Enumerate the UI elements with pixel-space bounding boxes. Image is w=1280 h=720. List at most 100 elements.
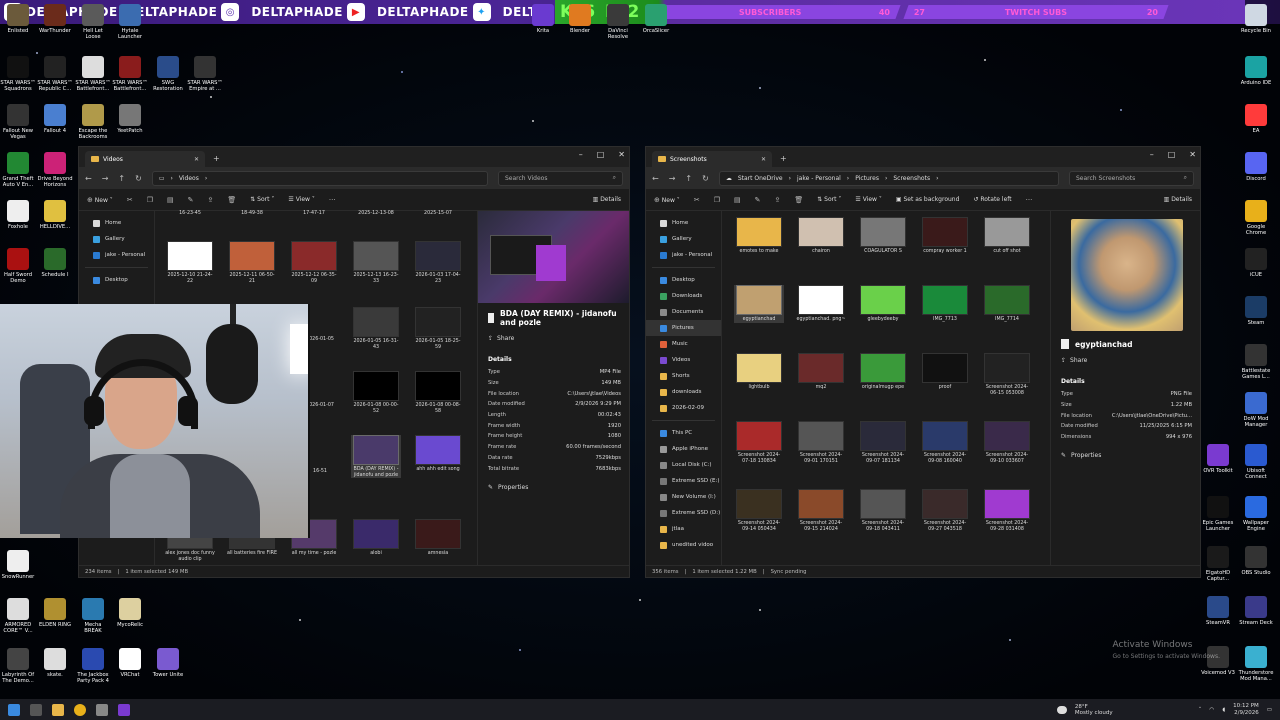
nav-gallery[interactable]: Gallery <box>79 231 154 247</box>
desktop-shortcut[interactable]: SWG Restoration <box>150 56 186 92</box>
nav-item[interactable]: Home <box>646 215 721 231</box>
video-file-item[interactable]: 2026-01-03 17-04-23 <box>413 241 463 284</box>
desktop-shortcut[interactable]: WarThunder <box>37 4 73 34</box>
desktop-shortcut[interactable]: Fallout 4 <box>37 104 73 134</box>
share-icon[interactable]: ⇪ <box>774 196 780 204</box>
sort-button[interactable]: ⇅ Sort ˅ <box>817 196 841 203</box>
image-file-item[interactable]: egyptianchad. png~ <box>796 285 846 323</box>
desktop-shortcut[interactable]: iCUE <box>1238 248 1274 278</box>
desktop-shortcut[interactable]: Recycle Bin <box>1238 4 1274 34</box>
image-file-item[interactable]: compray worker 1 <box>920 217 970 255</box>
video-file-item[interactable]: 2026-01-08 00-00-52 <box>351 371 401 414</box>
video-file-item[interactable]: 2025-12-11 06-50-21 <box>227 241 277 284</box>
details-button[interactable]: ▥ Details <box>1164 196 1192 203</box>
desktop-shortcut[interactable]: Enlisted <box>0 4 36 34</box>
desktop-shortcut[interactable]: Grand Theft Auto V En... <box>0 152 36 188</box>
nav-item[interactable]: jtlaa <box>646 521 721 537</box>
image-file-item[interactable]: Screenshot 2024-06-15 053008 <box>982 353 1032 396</box>
set-background-button[interactable]: ▣ Set as background <box>896 196 960 203</box>
desktop-shortcut[interactable]: Half Sword Demo <box>0 248 36 284</box>
nav-item[interactable]: Apple iPhone <box>646 441 721 457</box>
desktop-shortcut[interactable]: Ubisoft Connect <box>1238 444 1274 480</box>
desktop-shortcut[interactable]: Escape the Backrooms <box>75 104 111 140</box>
nav-item[interactable]: Local Disk (C:) <box>646 457 721 473</box>
close-tab-icon[interactable]: ✕ <box>194 156 199 163</box>
nav-item[interactable]: This PC <box>646 425 721 441</box>
properties-button[interactable]: ✎ Properties <box>1061 452 1192 459</box>
image-file-item[interactable]: cut off shot <box>982 217 1032 255</box>
desktop-shortcut[interactable]: STAR WARS™ Battlefront... <box>112 56 148 92</box>
obs-icon[interactable] <box>118 703 130 716</box>
desktop-shortcut[interactable]: Hell Let Loose <box>75 4 111 40</box>
delete-icon[interactable]: 🗑 <box>227 196 236 204</box>
image-file-item[interactable]: Screenshot 2024-07-18 130834 <box>734 421 784 464</box>
desktop-shortcut[interactable]: Battlestate Games L... <box>1238 344 1274 380</box>
back-icon[interactable]: ← <box>85 174 92 183</box>
nav-item[interactable]: jake - Personal <box>646 247 721 263</box>
minimize-button[interactable]: – <box>579 150 583 159</box>
settings-icon[interactable] <box>96 703 108 716</box>
desktop-shortcut[interactable]: OVR Toolkit <box>1200 444 1236 474</box>
breadcrumb[interactable]: ▭ › Videos › <box>151 170 488 186</box>
search-input[interactable]: Search Videos ⌕ <box>498 170 623 186</box>
desktop-shortcut[interactable]: MycoRelic <box>112 598 148 628</box>
breadcrumb-personal[interactable]: jake - Personal <box>797 175 841 182</box>
video-file-item[interactable]: 2026-01-05 16-31-43 <box>351 307 401 350</box>
video-file-item[interactable]: 2026-01-05 18-25-59 <box>413 307 463 350</box>
desktop-shortcut[interactable]: Labyrinth Of The Demo... <box>0 648 36 684</box>
image-file-item[interactable]: Screenshot 2024-09-14 050434 <box>734 489 784 532</box>
nav-item[interactable]: Documents <box>646 304 721 320</box>
image-file-item[interactable]: Screenshot 2024-09-01 170151 <box>796 421 846 464</box>
up-icon[interactable]: ↑ <box>685 174 692 183</box>
image-file-item[interactable]: lightbulb <box>734 353 784 391</box>
share-button[interactable]: ⇪ Share <box>1061 357 1192 364</box>
video-file-item[interactable]: 2025-12-10 21-24-22 <box>165 241 215 284</box>
delete-icon[interactable]: 🗑 <box>794 196 803 204</box>
weather-widget[interactable]: 28°F Mostly cloudy <box>1075 704 1113 716</box>
desktop-shortcut[interactable]: Fallout New Vegas <box>0 104 36 140</box>
video-file-item[interactable]: amnesia <box>413 519 463 557</box>
desktop-shortcut[interactable]: Steam <box>1238 296 1274 326</box>
new-tab-button[interactable]: + <box>780 154 787 163</box>
image-file-item[interactable]: originalmugp epe <box>858 353 908 391</box>
desktop-shortcut[interactable]: STAR WARS™ Republic C... <box>37 56 73 92</box>
image-file-item[interactable]: gleebydeeby <box>858 285 908 323</box>
nav-item[interactable]: Desktop <box>646 272 721 288</box>
nav-item[interactable]: Shorts <box>646 368 721 384</box>
back-icon[interactable]: ← <box>652 174 659 183</box>
desktop-shortcut[interactable]: EA <box>1238 104 1274 134</box>
nav-item[interactable]: Pictures <box>646 320 721 336</box>
desktop-shortcut[interactable]: VRChat <box>112 648 148 678</box>
breadcrumb[interactable]: ☁ Start OneDrive › jake - Personal › Pic… <box>718 170 1059 186</box>
breadcrumb-videos[interactable]: Videos <box>179 175 199 182</box>
desktop-shortcut[interactable]: Schedule I <box>37 248 73 278</box>
refresh-icon[interactable]: ↻ <box>702 174 709 183</box>
new-button[interactable]: ⊕ New ˅ <box>654 196 680 204</box>
desktop-shortcut[interactable]: YeetPatch <box>112 104 148 134</box>
desktop-shortcut[interactable]: HELLDIVE... <box>37 200 73 230</box>
paste-icon[interactable]: ▤ <box>167 196 174 204</box>
minimize-button[interactable]: – <box>1150 150 1154 159</box>
tab-screenshots[interactable]: Screenshots ✕ <box>652 151 772 167</box>
forward-icon[interactable]: → <box>102 174 109 183</box>
close-window-button[interactable]: ✕ <box>618 150 625 159</box>
desktop-shortcut[interactable]: OrcaSlicer <box>638 4 674 34</box>
wifi-icon[interactable]: ◠ <box>1209 707 1214 713</box>
image-file-item[interactable]: COAGULATOR S <box>858 217 908 255</box>
nav-onedrive[interactable]: jake - Personal <box>79 247 154 263</box>
refresh-icon[interactable]: ↻ <box>135 174 142 183</box>
image-file-item[interactable]: proof <box>920 353 970 391</box>
desktop-shortcut[interactable]: SnowRunner <box>0 550 36 580</box>
volume-icon[interactable]: ◖ <box>1222 707 1225 713</box>
rotate-left-button[interactable]: ↺ Rotate left <box>973 196 1011 203</box>
view-button[interactable]: ☰ View ˅ <box>855 196 881 203</box>
video-file-item[interactable]: BDA (DAY REMIX) - jidanofu and pozle <box>351 435 401 479</box>
rename-icon[interactable]: ✎ <box>755 196 761 204</box>
image-file-item[interactable]: Screenshot 2024-09-18 043411 <box>858 489 908 532</box>
nav-item[interactable]: Videos <box>646 352 721 368</box>
more-icon[interactable]: ··· <box>329 196 336 204</box>
image-file-item[interactable]: chairon <box>796 217 846 255</box>
nav-item[interactable]: Music <box>646 336 721 352</box>
desktop-shortcut[interactable]: DaVinci Resolve <box>600 4 636 40</box>
desktop-shortcut[interactable]: Stream Deck <box>1238 596 1274 626</box>
